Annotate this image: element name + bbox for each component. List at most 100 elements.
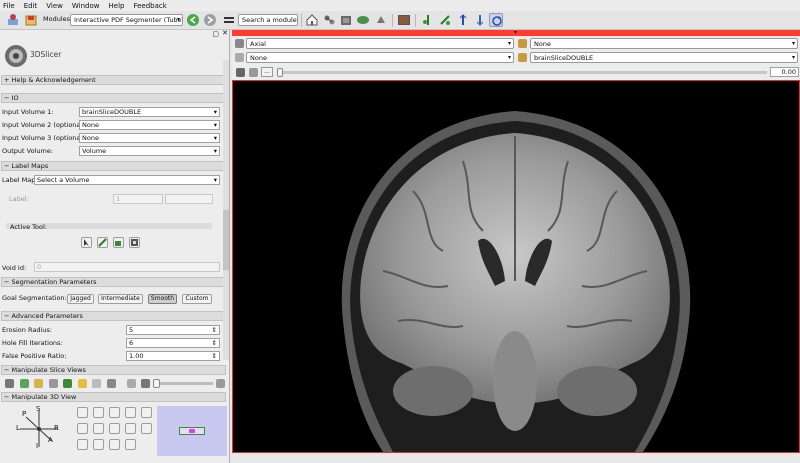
module-selector[interactable]: Interactive PDF Segmenter (TubeTK) ▾ [70,14,183,26]
snapshot-icon[interactable] [109,423,120,434]
view3d-section-header[interactable]: − Manipulate 3D View [1,392,226,402]
label-volume-select[interactable]: brainSliceDOUBLE ▾ [530,52,798,63]
close-icon[interactable]: ✕ [222,29,228,37]
label-map-select[interactable]: Select a Volume ▾ [34,175,220,185]
label-outline-icon[interactable] [34,379,43,388]
false-positive-spinbox[interactable]: 1.00 ⇕ [126,351,220,361]
slice-views-section-header[interactable]: − Manipulate Slice Views [1,365,226,375]
stack-icon[interactable] [141,379,150,388]
module-list-icon[interactable] [222,13,236,27]
eye-icon[interactable] [5,379,14,388]
segmentation-section-header[interactable]: − Segmentation Parameters [1,277,226,287]
io-section-header[interactable]: − IO [1,93,226,103]
orientation-select[interactable]: Axial ▾ [246,38,514,49]
slider-handle[interactable] [277,68,283,77]
undock-icon[interactable]: ▢ [212,30,219,38]
menu-window[interactable]: Window [72,2,100,10]
models-module-icon[interactable] [356,13,370,27]
volumes-module-icon[interactable] [339,13,353,27]
persistent-place-icon[interactable] [473,13,487,27]
spin-arrows-icon: ⇕ [211,352,217,360]
forward-arrow-icon[interactable] [203,13,217,27]
layer-icon[interactable] [20,379,29,388]
rock-icon[interactable] [141,423,152,434]
slice-offset-slider[interactable] [277,68,767,77]
light-icon[interactable] [78,379,87,388]
slice-offset-value[interactable]: 0.00 [770,67,799,77]
camera-icon[interactable] [109,407,120,418]
menu-feedback[interactable]: Feedback [133,2,166,10]
eye-visibility-icon[interactable] [249,68,258,77]
custom-button[interactable]: Custom [182,294,212,304]
view3d-section-title: Manipulate 3D View [11,393,77,401]
center-view-icon[interactable] [93,423,104,434]
transforms-module-icon[interactable] [374,13,388,27]
navigation-thumbnail[interactable] [157,406,227,456]
pan-icon[interactable] [93,407,104,418]
menu-file[interactable]: File [3,2,15,10]
link-views-icon[interactable] [236,68,245,77]
fiducial-place-icon[interactable] [421,13,435,27]
visibility-icon[interactable] [93,439,104,450]
slice-opacity-slider[interactable] [153,379,213,388]
crosshair-icon[interactable] [92,379,101,388]
smooth-button[interactable]: Smooth [148,294,177,304]
menu-edit[interactable]: Edit [24,2,38,10]
input-volume-3-select[interactable]: None ▾ [79,133,220,143]
input-volume-1-select[interactable]: brainSliceDOUBLE ▾ [79,107,220,117]
panel-title-strip: ▢ ✕ [0,29,230,38]
input-volume-2-select[interactable]: None ▾ [79,120,220,130]
back-arrow-icon[interactable] [186,13,200,27]
void-id-label: Void Id: [2,264,27,272]
label-spinbox[interactable]: 1 [113,194,163,204]
spin-icon[interactable] [141,407,152,418]
annotation-icon[interactable] [49,379,58,388]
foreground-volume-select[interactable]: None ▾ [530,38,798,49]
help-section-header[interactable]: + Help & Acknowledgement [1,75,226,85]
label-name-field[interactable] [165,194,213,204]
paint-tool-icon[interactable] [97,237,108,248]
slice-menu-icon[interactable] [216,379,225,388]
home-icon[interactable] [305,13,319,27]
chevron-down-icon: ▾ [213,121,217,129]
ruler-place-icon[interactable] [438,13,452,27]
place-point-icon[interactable] [456,13,470,27]
advanced-section-header[interactable]: − Advanced Parameters [1,311,226,321]
pin-icon[interactable]: ▾ [514,29,517,36]
label-maps-section-header[interactable]: − Label Maps [1,161,226,171]
reset-fov-icon[interactable] [107,379,116,388]
orientation-widget[interactable]: S P L R A I [14,405,64,451]
hole-fill-spinbox[interactable]: 6 ⇕ [126,338,220,348]
background-color-icon[interactable] [109,439,120,450]
scrollbar-handle[interactable] [223,210,229,270]
panel-scrollbar[interactable] [223,60,229,360]
load-data-icon[interactable] [6,13,20,27]
zoom-in-icon[interactable] [125,407,136,418]
pointer-tool-icon[interactable] [81,237,92,248]
output-volume-select[interactable]: Volume ▾ [79,146,220,156]
jagged-button[interactable]: Jagged [67,294,94,304]
save-data-icon[interactable] [24,13,38,27]
layout-icon[interactable] [397,13,411,27]
data-module-icon[interactable] [322,13,336,27]
background-volume-select[interactable]: None ▾ [246,52,514,63]
rotate-view-icon[interactable] [489,13,503,27]
void-id-spinbox[interactable]: 0 [34,262,220,272]
zoom-out-icon[interactable] [125,423,136,434]
module-search-input[interactable]: Search a module [238,14,298,26]
slice-offset-button[interactable]: … [261,67,273,77]
menu-view[interactable]: View [46,2,63,10]
intermediate-button[interactable]: Intermediate [98,294,143,304]
link-icon[interactable] [127,379,136,388]
menu-help[interactable]: Help [109,2,125,10]
slice-intersect-icon[interactable] [63,379,72,388]
erase-tool-icon[interactable] [129,237,140,248]
fill-tool-icon[interactable] [113,237,124,248]
stereo-icon[interactable] [77,439,88,450]
pitch-up-icon[interactable] [77,407,88,418]
rotate-icon[interactable] [77,423,88,434]
erosion-radius-spinbox[interactable]: 5 ⇕ [126,325,220,335]
screenshot-icon[interactable] [125,439,136,450]
slice-view[interactable] [232,80,800,453]
slider-handle[interactable] [153,379,160,388]
